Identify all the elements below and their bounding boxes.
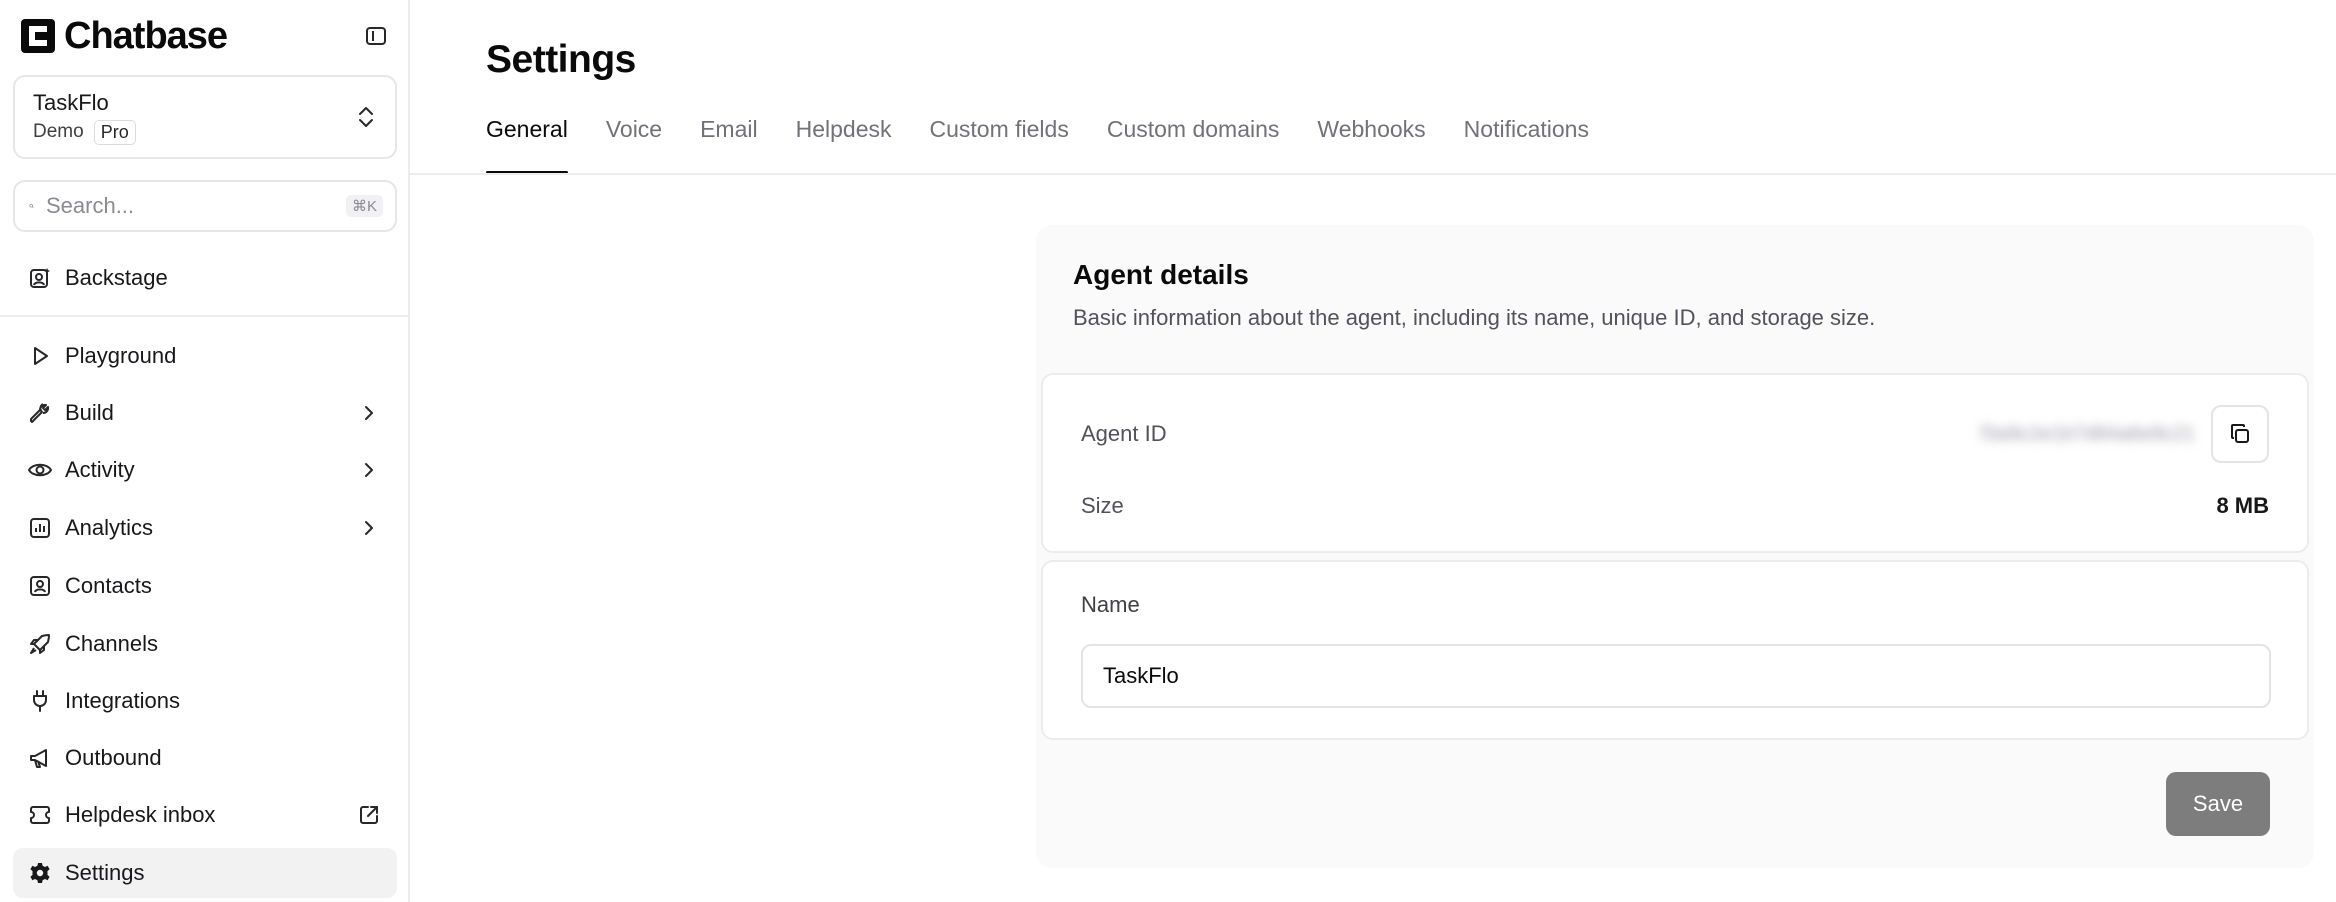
gear-icon — [27, 860, 53, 886]
sidebar-item-label: Playground — [65, 343, 177, 368]
contact-icon — [27, 573, 53, 599]
agent-details-description: Basic information about the agent, inclu… — [1073, 305, 1876, 330]
sidebar-item-label: Analytics — [65, 515, 154, 540]
chevron-up-down-icon — [359, 107, 373, 127]
search-bar[interactable]: ⌘K — [13, 180, 397, 232]
copy-agent-id-button[interactable] — [2211, 405, 2269, 463]
sidebar-item-label: Build — [65, 400, 114, 425]
chevron-right-icon — [357, 516, 381, 540]
agent-id-value: f3a9c2e1b7d84a6e9c21 — [1980, 422, 2195, 445]
save-button[interactable]: Save — [2166, 772, 2270, 836]
sidebar-item-label: Backstage — [65, 265, 168, 290]
sidebar-item-label: Settings — [65, 860, 145, 885]
sidebar-item-playground[interactable]: Playground — [13, 331, 397, 381]
sidebar-item-channels[interactable]: Channels — [13, 619, 397, 669]
sidebar-item-label: Helpdesk inbox — [65, 802, 216, 827]
copy-icon — [2231, 424, 2249, 443]
workspace-subtitle: Demo — [33, 121, 84, 142]
tab-custom-fields[interactable]: Custom fields — [930, 112, 1069, 174]
agent-name-box: Name — [1041, 560, 2309, 740]
size-label: Size — [1081, 493, 1124, 518]
sidebar-item-build[interactable]: Build — [13, 388, 397, 438]
page-title: Settings — [486, 38, 636, 81]
workspace-switcher[interactable]: TaskFlo Demo Pro — [13, 75, 397, 159]
sidebar-item-contacts[interactable]: Contacts — [13, 561, 397, 611]
agent-id-value-group: f3a9c2e1b7d84a6e9c21 — [1980, 405, 2269, 463]
sidebar-divider — [0, 315, 408, 317]
agent-info-box: Agent ID f3a9c2e1b7d84a6e9c21 Size 8 MB — [1041, 373, 2309, 553]
bar-chart-icon — [27, 515, 53, 541]
sidebar-item-outbound[interactable]: Outbound — [13, 733, 397, 783]
tab-webhooks[interactable]: Webhooks — [1317, 112, 1425, 174]
workspace-name: TaskFlo — [33, 89, 109, 115]
sidebar: Chatbase TaskFlo Demo Pro ⌘K — [0, 0, 410, 902]
tab-general[interactable]: General — [486, 112, 568, 174]
sidebar-item-settings[interactable]: Settings — [13, 848, 397, 898]
agent-id-row: Agent ID f3a9c2e1b7d84a6e9c21 — [1081, 405, 2269, 463]
sidebar-item-label: Integrations — [65, 688, 180, 713]
sidebar-item-label: Channels — [65, 631, 158, 656]
sidebar-toggle-icon — [366, 27, 386, 45]
search-icon — [29, 204, 34, 209]
wrench-icon — [27, 400, 53, 426]
rocket-icon — [27, 631, 53, 657]
sidebar-item-analytics[interactable]: Analytics — [13, 503, 397, 553]
chevron-right-icon — [357, 458, 381, 482]
workspace-meta: Demo Pro — [33, 119, 136, 145]
tabs-divider — [410, 173, 2336, 175]
external-link-icon — [357, 803, 381, 827]
tab-notifications[interactable]: Notifications — [1464, 112, 1589, 174]
agent-name-input[interactable] — [1081, 644, 2271, 708]
plan-badge: Pro — [93, 119, 136, 145]
agent-id-label: Agent ID — [1081, 421, 1167, 446]
sidebar-toggle-button[interactable] — [362, 22, 390, 50]
ticket-icon — [27, 802, 53, 828]
sidebar-item-label: Activity — [65, 457, 135, 482]
size-value: 8 MB — [2216, 493, 2269, 518]
agent-details-card: Agent details Basic information about th… — [1036, 225, 2314, 868]
tab-email[interactable]: Email — [700, 112, 758, 174]
chevron-right-icon — [357, 401, 381, 425]
workspace-info: TaskFlo Demo Pro — [33, 90, 136, 145]
tab-voice[interactable]: Voice — [606, 112, 662, 174]
brand-row: Chatbase — [20, 14, 390, 58]
tab-helpdesk[interactable]: Helpdesk — [796, 112, 892, 174]
brand[interactable]: Chatbase — [20, 14, 228, 58]
agent-details-title: Agent details — [1073, 259, 1249, 290]
megaphone-icon — [27, 745, 53, 771]
sidebar-item-helpdesk-inbox[interactable]: Helpdesk inbox — [13, 790, 397, 840]
eye-icon — [27, 457, 53, 483]
sidebar-item-label: Outbound — [65, 745, 162, 770]
chatbase-logo-icon — [21, 19, 55, 53]
size-row: Size 8 MB — [1081, 491, 2269, 521]
sidebar-item-integrations[interactable]: Integrations — [13, 676, 397, 726]
tab-custom-domains[interactable]: Custom domains — [1107, 112, 1280, 174]
play-icon — [27, 343, 53, 369]
plug-icon — [27, 688, 53, 714]
backstage-icon — [27, 265, 53, 291]
brand-name: Chatbase — [64, 14, 228, 57]
name-label: Name — [1081, 592, 1140, 617]
settings-tabs: General Voice Email Helpdesk Custom fiel… — [486, 112, 1589, 174]
sidebar-item-backstage[interactable]: Backstage — [13, 253, 397, 303]
search-shortcut: ⌘K — [345, 195, 383, 217]
sidebar-item-activity[interactable]: Activity — [13, 445, 397, 495]
sidebar-item-label: Contacts — [65, 573, 152, 598]
search-input[interactable] — [43, 192, 336, 220]
